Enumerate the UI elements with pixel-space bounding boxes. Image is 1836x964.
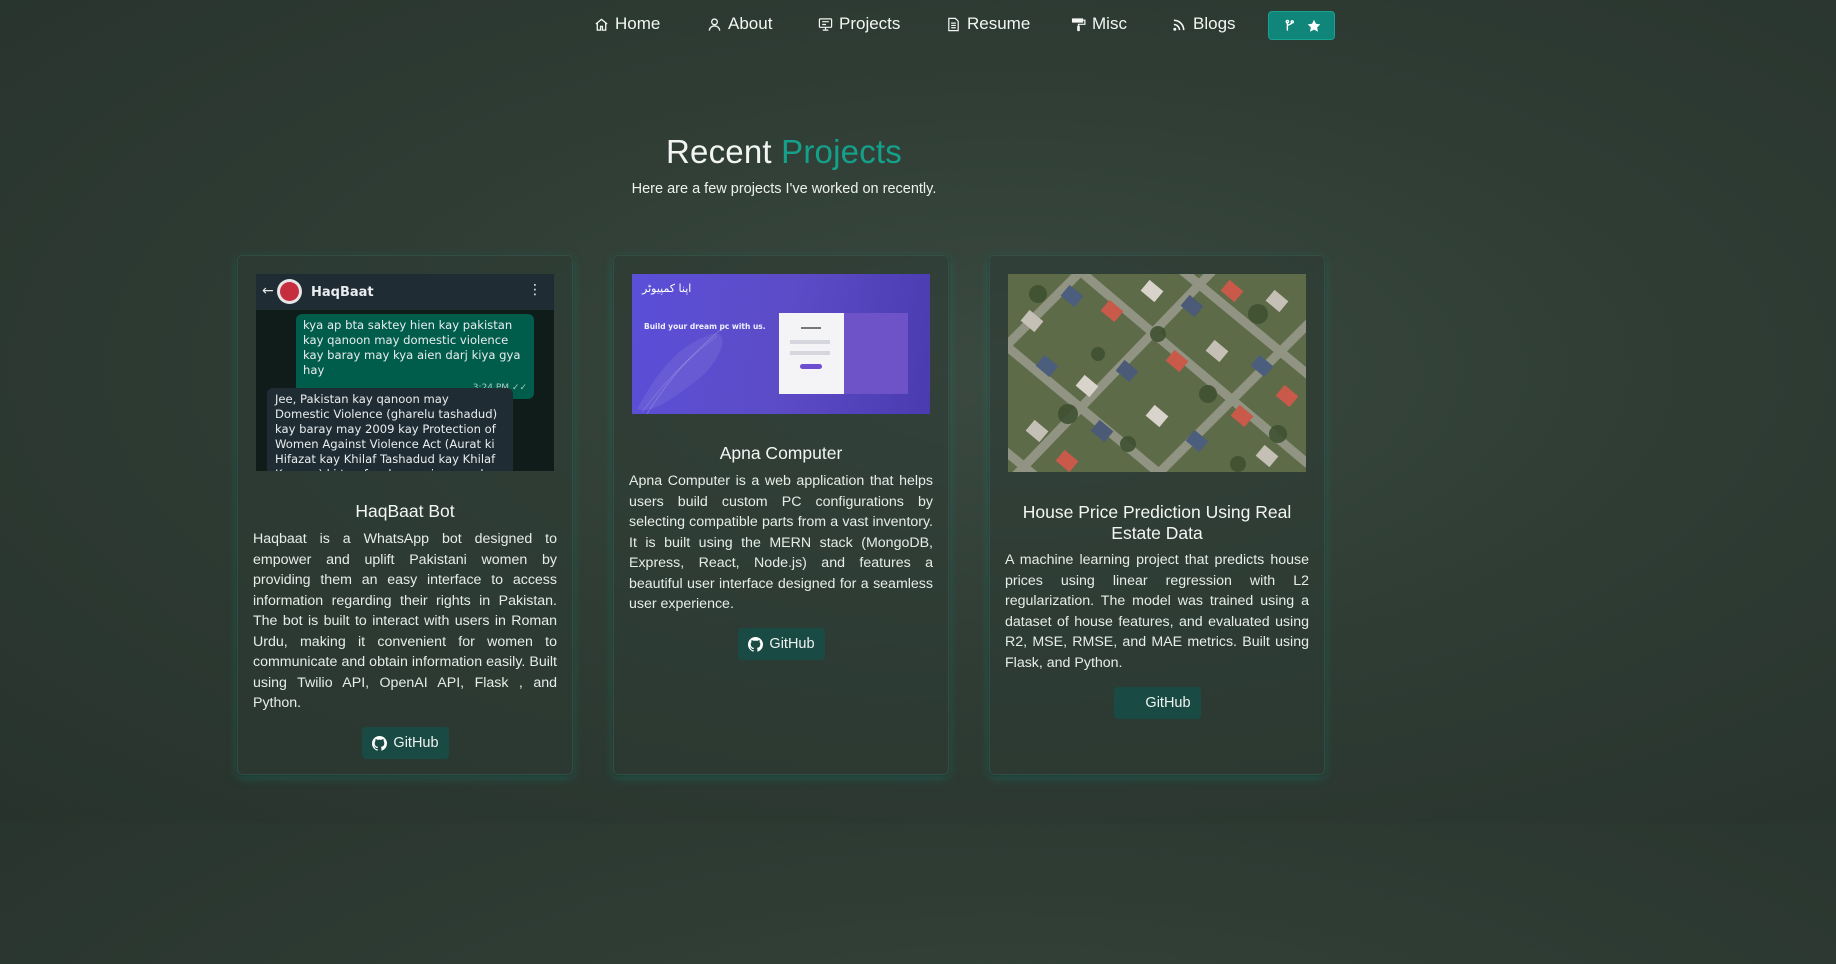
- nav-item-projects[interactable]: Projects: [818, 14, 900, 34]
- page-subtitle: Here are a few projects I've worked on r…: [631, 181, 937, 197]
- project-title: Apna Computer: [719, 443, 843, 463]
- signup-panel-graphic: [844, 313, 908, 394]
- github-button-label: GitHub: [393, 735, 439, 751]
- whatsapp-screenshot: ← HaqBaat ⋮ kya ap bta saktey hien kay p…: [256, 274, 554, 471]
- nav-item-misc[interactable]: Misc: [1071, 14, 1127, 34]
- github-icon: [372, 735, 388, 751]
- chat-name: HaqBaat: [311, 285, 374, 300]
- apna-tagline: Build your dream pc with us.: [644, 322, 766, 331]
- project-card-house-price: House Price Prediction Using Real Estate…: [989, 255, 1325, 775]
- chat-header: ← HaqBaat ⋮: [256, 274, 554, 310]
- project-image-house-price: [1008, 274, 1306, 477]
- project-description: Haqbaat is a WhatsApp bot designed to em…: [253, 531, 557, 711]
- page-title: Recent Projects: [0, 133, 1568, 171]
- github-star-button[interactable]: [1268, 11, 1335, 40]
- fork-icon: [1285, 19, 1294, 31]
- github-button-haqbaat[interactable]: GitHub: [362, 727, 449, 759]
- nav-item-misc-label: Misc: [1092, 14, 1127, 33]
- project-image-haqbaat: ← HaqBaat ⋮ kya ap bta saktey hien kay p…: [256, 274, 554, 471]
- page-title-accent: Projects: [781, 133, 902, 170]
- page-title-main: Recent: [666, 133, 772, 170]
- feed-icon: [1173, 18, 1185, 31]
- home-icon: [595, 17, 608, 31]
- user-icon: [708, 17, 721, 31]
- github-button-label: GitHub: [1145, 695, 1191, 711]
- nav-item-about-label: About: [728, 14, 773, 33]
- nav-item-blogs[interactable]: Blogs: [1172, 14, 1236, 34]
- project-card-haqbaat: ← HaqBaat ⋮ kya ap bta saktey hien kay p…: [237, 255, 573, 775]
- paint-roller-icon: [1071, 17, 1086, 31]
- document-icon: [948, 17, 959, 31]
- nav-item-about[interactable]: About: [707, 14, 772, 34]
- aerial-houses-photo: [1008, 274, 1306, 477]
- nav-item-projects-label: Projects: [839, 14, 901, 33]
- incoming-message: Jee, Pakistan kay qanoon may Domestic Vi…: [267, 388, 513, 471]
- top-nav: Home About Projects Resume Misc Blogs: [0, 10, 1568, 42]
- project-title: House Price Prediction Using Real Estate…: [1022, 502, 1292, 543]
- login-form-graphic: [779, 313, 844, 394]
- apna-computer-screenshot: اپنا کمپیوٹر Build your dream pc with us…: [632, 274, 930, 414]
- outgoing-message: kya ap bta saktey hien kay pakistan kay …: [296, 314, 534, 399]
- projects-icon: [818, 17, 833, 31]
- back-arrow-icon: ←: [262, 283, 274, 299]
- project-description: A machine learning project that predicts…: [1005, 552, 1309, 671]
- github-button-label: GitHub: [769, 636, 815, 652]
- github-icon: [1124, 696, 1139, 711]
- project-card-apna-computer: اپنا کمپیوٹر Build your dream pc with us…: [613, 255, 949, 775]
- project-description: Apna Computer is a web application that …: [629, 473, 933, 612]
- github-button-house-price[interactable]: GitHub: [1114, 687, 1201, 719]
- more-vertical-icon: ⋮: [528, 282, 542, 298]
- nav-item-home[interactable]: Home: [594, 14, 660, 34]
- github-button-apna-computer[interactable]: GitHub: [738, 628, 825, 660]
- wave-graphic: [637, 323, 728, 414]
- project-title: HaqBaat Bot: [355, 501, 455, 521]
- star-icon: [1307, 19, 1320, 32]
- nav-item-resume[interactable]: Resume: [946, 14, 1030, 34]
- apna-logo: اپنا کمپیوٹر: [642, 282, 692, 295]
- nav-item-home-label: Home: [615, 14, 661, 33]
- outgoing-message-text: kya ap bta saktey hien kay pakistan kay …: [303, 318, 521, 377]
- avatar: [277, 279, 302, 304]
- github-icon: [748, 636, 764, 652]
- nav-item-blogs-label: Blogs: [1193, 14, 1236, 33]
- project-image-apna-computer: اپنا کمپیوٹر Build your dream pc with us…: [632, 274, 930, 414]
- nav-item-resume-label: Resume: [967, 14, 1031, 33]
